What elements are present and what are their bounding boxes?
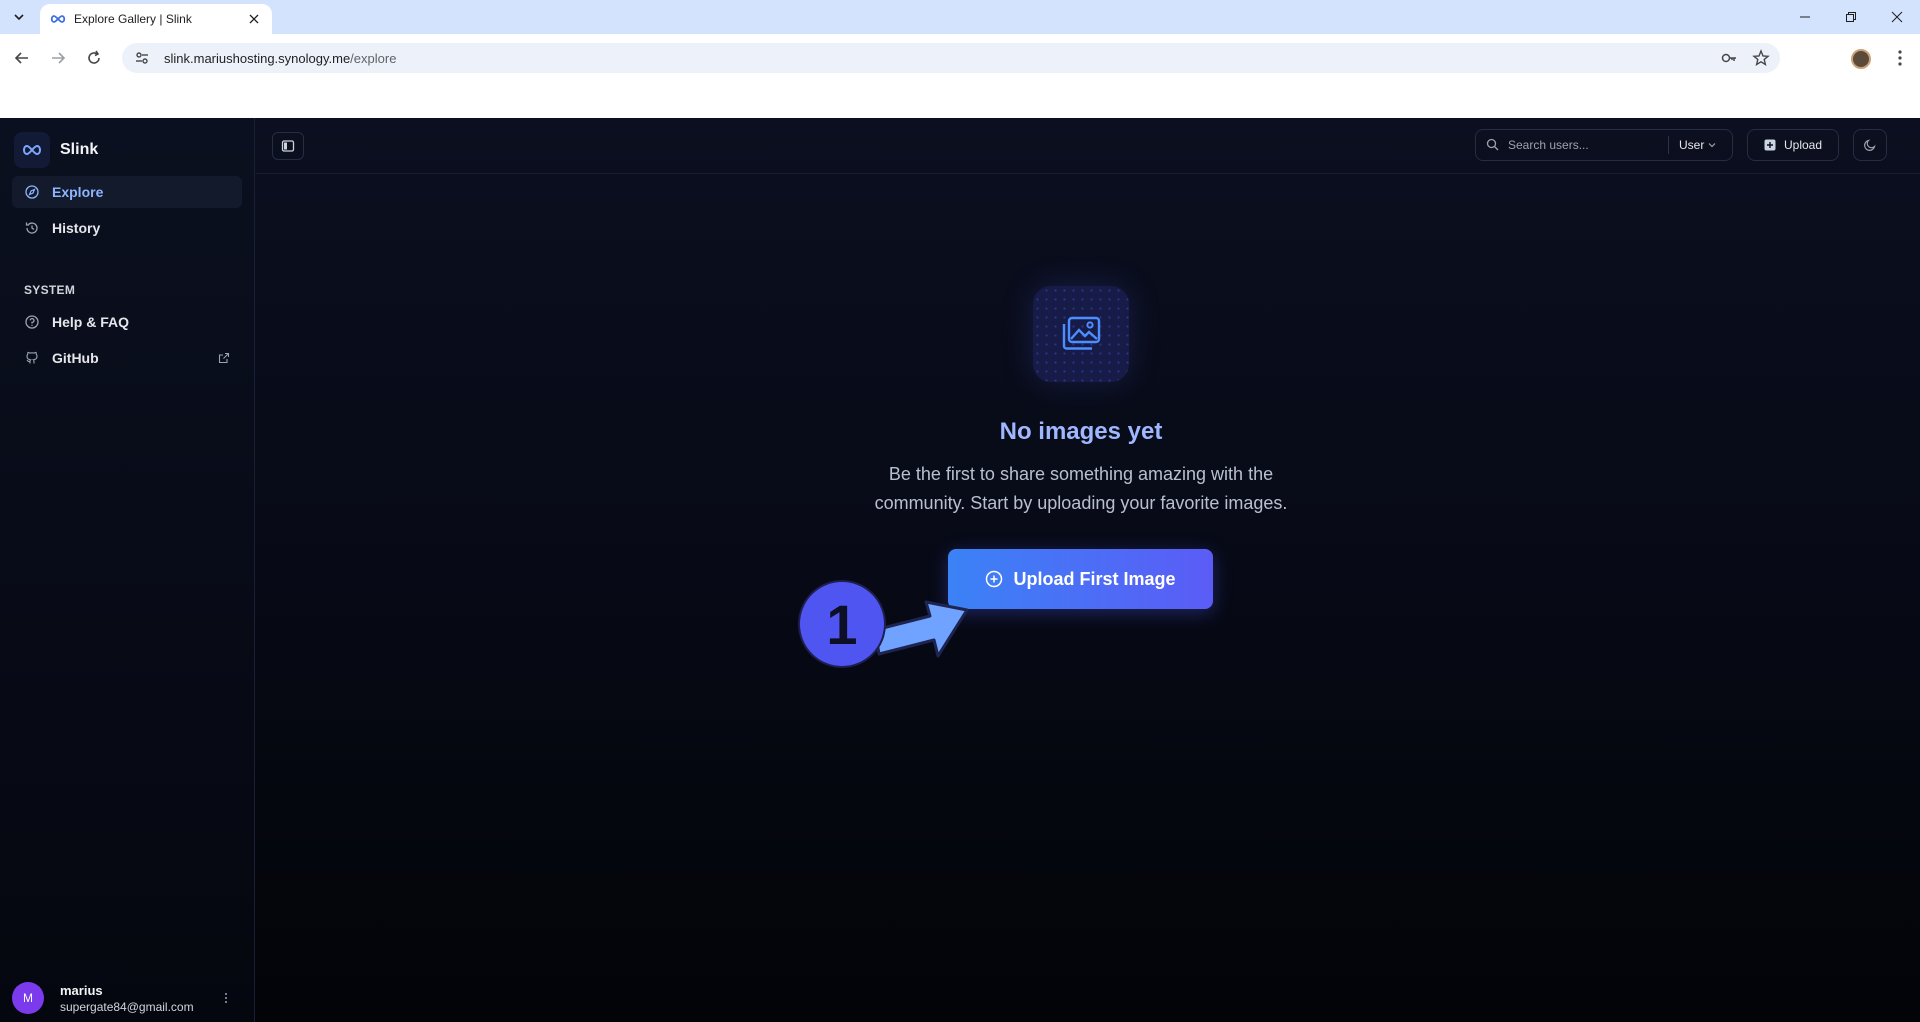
search-divider [1668,136,1669,154]
plus-square-icon [1764,139,1776,151]
upload-first-image-button[interactable]: Upload First Image [948,549,1213,609]
section-label-system: SYSTEM [24,283,76,297]
brand[interactable]: Slink [14,132,98,168]
sidebar-item-help[interactable]: Help & FAQ [12,306,242,338]
chevron-down-icon [1708,143,1716,148]
external-link-icon [218,351,232,365]
search-filter-label: User [1679,138,1705,152]
search-input[interactable] [1508,138,1658,152]
empty-state-description-line: Be the first to share something amazing … [888,464,1274,484]
sidebar-item-label: Help & FAQ [52,314,130,330]
url-path: /explore [350,50,397,66]
panel-left-icon [281,140,295,152]
brand-name: Slink [60,141,99,158]
help-circle-icon [24,314,40,330]
omnibox-actions [1720,49,1770,72]
sidebar-item-github[interactable]: GitHub [12,342,242,374]
close-window-icon[interactable] [1874,0,1920,34]
top-bar: User Upload [256,118,1920,174]
empty-state-description-line: community. Start by uploading your favor… [874,493,1288,513]
sidebar-item-label: History [52,220,101,236]
restore-icon[interactable] [1828,0,1874,34]
tab-search-dropdown[interactable] [8,6,30,28]
sidebar-item-history[interactable]: History [12,212,242,244]
sidebar-toggle-button[interactable] [272,132,304,160]
sidebar: Slink Explore History SYSTEM Help & FAQ [0,118,255,1022]
password-key-icon[interactable] [1720,49,1738,72]
moon-icon [1864,139,1876,151]
reload-icon[interactable] [80,44,108,72]
search-filter-select[interactable]: User [1679,138,1716,152]
url-host: slink.mariushosting.synology.me [164,50,351,66]
sidebar-item-label: GitHub [52,350,99,366]
more-vertical-icon[interactable] [220,990,232,1006]
upload-button[interactable]: Upload [1747,129,1839,161]
step-number-badge: 1 [798,580,886,668]
user-avatar: M [12,982,44,1014]
history-icon [24,220,40,236]
sidebar-item-explore[interactable]: Explore [12,176,242,208]
tab-title: Explore Gallery | Slink [74,12,192,26]
user-profile[interactable]: M marius supergate84@gmail.com [12,980,242,1016]
user-search: User [1475,129,1733,161]
tab-close-icon[interactable] [246,11,262,27]
address-bar[interactable]: slink.mariushosting.synology.me/explore [122,43,1780,73]
bookmark-star-icon[interactable] [1752,49,1770,72]
chevron-down-icon [14,14,24,21]
empty-state-title: No images yet [999,418,1163,445]
browser-tab-bar: Explore Gallery | Slink [0,0,1920,34]
compass-icon [24,184,40,200]
github-icon [24,350,40,366]
sidebar-item-label: Explore [52,184,104,200]
slink-logo-icon [14,132,50,168]
empty-state-description: Be the first to share something amazing … [856,460,1306,518]
upload-first-image-label: Upload First Image [1013,568,1176,589]
browser-menu-icon[interactable] [1890,46,1910,70]
upload-button-label: Upload [1783,138,1823,152]
minimize-icon[interactable] [1782,0,1828,34]
site-settings-icon[interactable] [134,49,152,67]
browser-tab[interactable]: Explore Gallery | Slink [40,4,272,34]
back-arrow-icon[interactable] [8,44,36,72]
search-icon [1486,138,1500,152]
window-controls [1782,0,1920,34]
plus-circle-icon [985,570,1003,588]
theme-toggle-button[interactable] [1853,129,1887,161]
forward-arrow-icon[interactable] [44,44,72,72]
user-name: marius [60,982,103,998]
images-icon [1033,286,1129,382]
user-email: supergate84@gmail.com [60,999,194,1014]
browser-toolbar: slink.mariushosting.synology.me/explore [0,34,1920,118]
slink-app: Slink Explore History SYSTEM Help & FAQ [0,118,1920,1022]
profile-avatar[interactable] [1851,49,1871,69]
slink-favicon-icon [50,11,66,27]
